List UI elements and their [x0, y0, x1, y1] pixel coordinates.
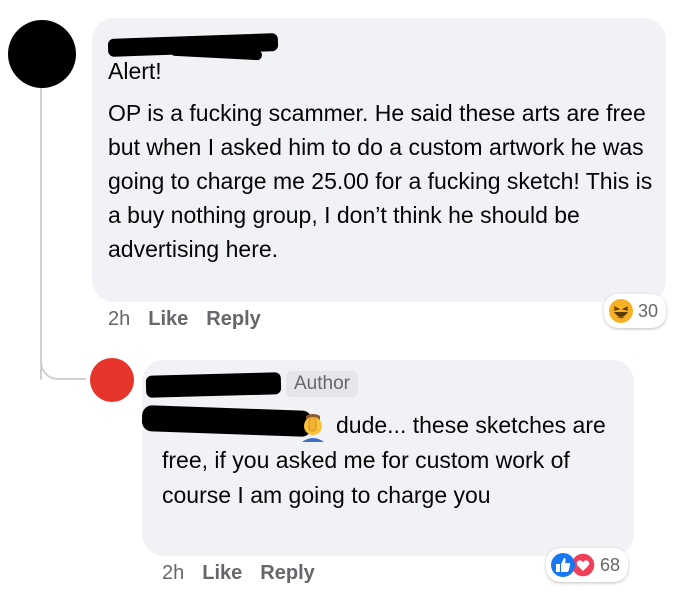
comment-actions: 2h Like Reply [108, 308, 279, 331]
comment-reaction-count: 30 [638, 300, 659, 321]
comment-text: OP is a fucking scammer. He said these a… [108, 100, 653, 262]
reply-like-button[interactable]: Like [202, 562, 242, 585]
haha-icon [608, 298, 634, 324]
author-badge: Author [286, 371, 358, 397]
author-avatar[interactable] [90, 358, 134, 402]
reply-text: dude... these sketches are free, if you … [162, 412, 606, 508]
reply-reaction-count: 68 [600, 554, 621, 575]
facepalm-emoji-icon [298, 412, 328, 442]
reply-reactions[interactable]: 68 [546, 548, 629, 582]
comment-reactions[interactable]: 30 [604, 294, 667, 328]
reply-connector [40, 330, 86, 380]
comment-reply-button[interactable]: Reply [206, 308, 260, 331]
reply-timestamp[interactable]: 2h [162, 562, 184, 585]
like-icon [550, 552, 576, 578]
reply-reply-button[interactable]: Reply [260, 562, 314, 585]
comment-heading: Alert! [108, 58, 162, 84]
redacted-author-name [145, 372, 282, 398]
reply-actions: 2h Like Reply [162, 562, 333, 585]
commenter-avatar[interactable] [8, 20, 76, 88]
comment-like-button[interactable]: Like [148, 308, 188, 331]
comment-timestamp[interactable]: 2h [108, 308, 130, 331]
